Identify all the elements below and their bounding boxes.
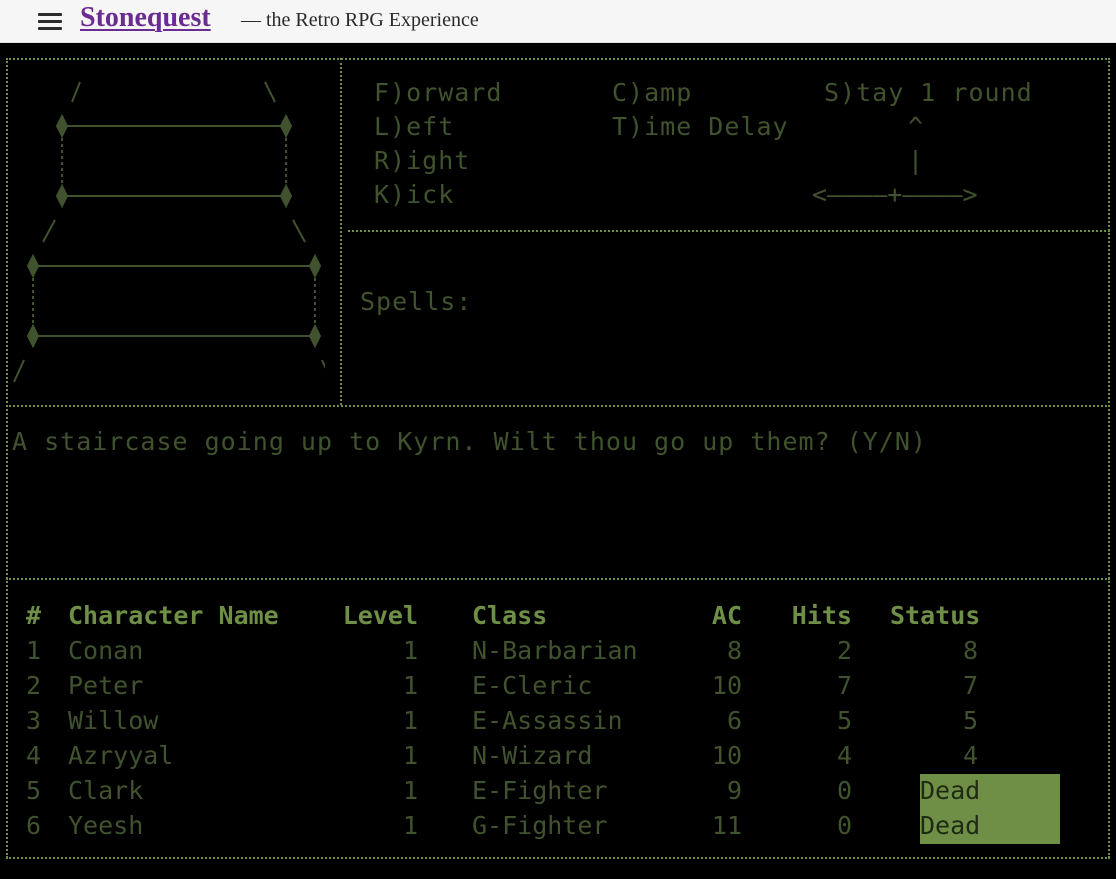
character-number: 2 xyxy=(26,671,42,700)
character-ac: 8 xyxy=(726,636,742,665)
wall-corner xyxy=(55,113,69,139)
character-class: E-Fighter xyxy=(472,776,608,805)
party-row[interactable]: 3 Willow 1 E-Assassin 6 5 5 xyxy=(0,703,1116,738)
character-class: N-Wizard xyxy=(472,741,593,770)
character-name: Conan xyxy=(68,636,144,665)
command-left[interactable]: L)eft xyxy=(374,110,454,144)
party-header-row: # Character Name Level Class AC Hits Sta… xyxy=(0,598,1116,633)
commands-spells-divider xyxy=(348,230,1110,232)
character-hits: 7 xyxy=(836,671,852,700)
wall-corner xyxy=(279,113,293,139)
wall-edge xyxy=(42,219,56,243)
party-row[interactable]: 1 Conan 1 N-Barbarian 8 2 8 xyxy=(0,633,1116,668)
character-level: 1 xyxy=(402,741,418,770)
character-ac: 9 xyxy=(726,776,742,805)
wall-edge xyxy=(321,359,325,370)
character-name: Peter xyxy=(68,671,144,700)
wall-corner xyxy=(308,253,322,279)
wall-edge xyxy=(13,359,25,383)
wall-corner xyxy=(55,183,69,209)
header-status: Status xyxy=(890,601,981,630)
character-status: 4 xyxy=(962,741,978,770)
character-number: 6 xyxy=(26,811,42,840)
header-name: Character Name xyxy=(68,601,279,630)
command-stay[interactable]: S)tay 1 round xyxy=(824,76,1033,110)
character-level: 1 xyxy=(402,636,418,665)
character-ac: 10 xyxy=(711,671,742,700)
character-ac: 6 xyxy=(726,706,742,735)
maze-divider xyxy=(340,58,342,405)
character-number: 1 xyxy=(26,636,42,665)
wall-corner xyxy=(308,323,322,349)
hamburger-menu-icon[interactable] xyxy=(38,13,62,30)
command-forward[interactable]: F)orward xyxy=(374,76,502,110)
character-status-dead: Dead xyxy=(920,776,981,805)
compass-horizontal: <————+————> xyxy=(812,180,978,209)
character-name: Willow xyxy=(68,706,159,735)
character-number: 3 xyxy=(26,706,42,735)
menu-bar xyxy=(38,13,62,16)
character-hits: 2 xyxy=(836,636,852,665)
character-level: 1 xyxy=(402,776,418,805)
command-right[interactable]: R)ight xyxy=(374,144,470,178)
character-class: E-Assassin xyxy=(472,706,623,735)
header-hits: Hits xyxy=(791,601,852,630)
party-row[interactable]: 4 Azryyal 1 N-Wizard 10 4 4 xyxy=(0,738,1116,773)
message-party-divider xyxy=(6,578,1110,580)
character-level: 1 xyxy=(402,811,418,840)
character-level: 1 xyxy=(402,671,418,700)
frame-top-border xyxy=(6,58,1110,60)
header-class: Class xyxy=(472,601,548,630)
character-hits: 5 xyxy=(836,706,852,735)
spells-label: Spells: xyxy=(360,287,473,316)
game-screen[interactable]: F)orward L)eft R)ight K)ick C)amp T)ime … xyxy=(0,43,1116,879)
character-name: Yeesh xyxy=(68,811,144,840)
game-message: A staircase going up to Kyrn. Wilt thou … xyxy=(12,427,927,456)
character-name: Azryyal xyxy=(68,741,174,770)
site-tagline: — the Retro RPG Experience xyxy=(241,9,479,31)
party-row[interactable]: 2 Peter 1 E-Cleric 10 7 7 xyxy=(0,668,1116,703)
wall-corner xyxy=(26,323,40,349)
command-kick[interactable]: K)ick xyxy=(374,178,454,212)
wall-corner xyxy=(26,253,40,279)
site-title-link[interactable]: Stonequest xyxy=(80,2,211,34)
character-hits: 0 xyxy=(836,811,852,840)
character-class: E-Cleric xyxy=(472,671,593,700)
character-status: 7 xyxy=(962,671,978,700)
character-status-dead: Dead xyxy=(920,811,981,840)
wall-edge xyxy=(292,219,306,243)
command-time-delay[interactable]: T)ime Delay xyxy=(612,110,789,144)
character-ac: 10 xyxy=(711,741,742,770)
menu-bar xyxy=(38,20,62,23)
character-name: Clark xyxy=(68,776,144,805)
site-header: Stonequest — the Retro RPG Experience xyxy=(0,0,1116,43)
menu-bar xyxy=(38,27,62,30)
compass-stem: | xyxy=(908,146,925,175)
character-hits: 0 xyxy=(836,776,852,805)
header-ac: AC xyxy=(711,601,742,630)
character-class: N-Barbarian xyxy=(472,636,638,665)
character-level: 1 xyxy=(402,706,418,735)
frame-bottom-border xyxy=(6,857,1110,859)
character-hits: 4 xyxy=(836,741,852,770)
character-number: 4 xyxy=(26,741,42,770)
wall-edge xyxy=(264,81,276,103)
dungeon-view xyxy=(13,81,325,383)
character-ac: 11 xyxy=(711,811,742,840)
command-camp[interactable]: C)amp xyxy=(612,76,692,110)
character-status: 8 xyxy=(962,636,978,665)
header-level: Level xyxy=(342,601,418,630)
wall-edge xyxy=(71,81,81,103)
wall-corner xyxy=(279,183,293,209)
character-status: 5 xyxy=(962,706,978,735)
header-num: # xyxy=(26,601,42,630)
character-class: G-Fighter xyxy=(472,811,608,840)
character-number: 5 xyxy=(26,776,42,805)
compass-up-arrow: ^ xyxy=(908,112,925,141)
